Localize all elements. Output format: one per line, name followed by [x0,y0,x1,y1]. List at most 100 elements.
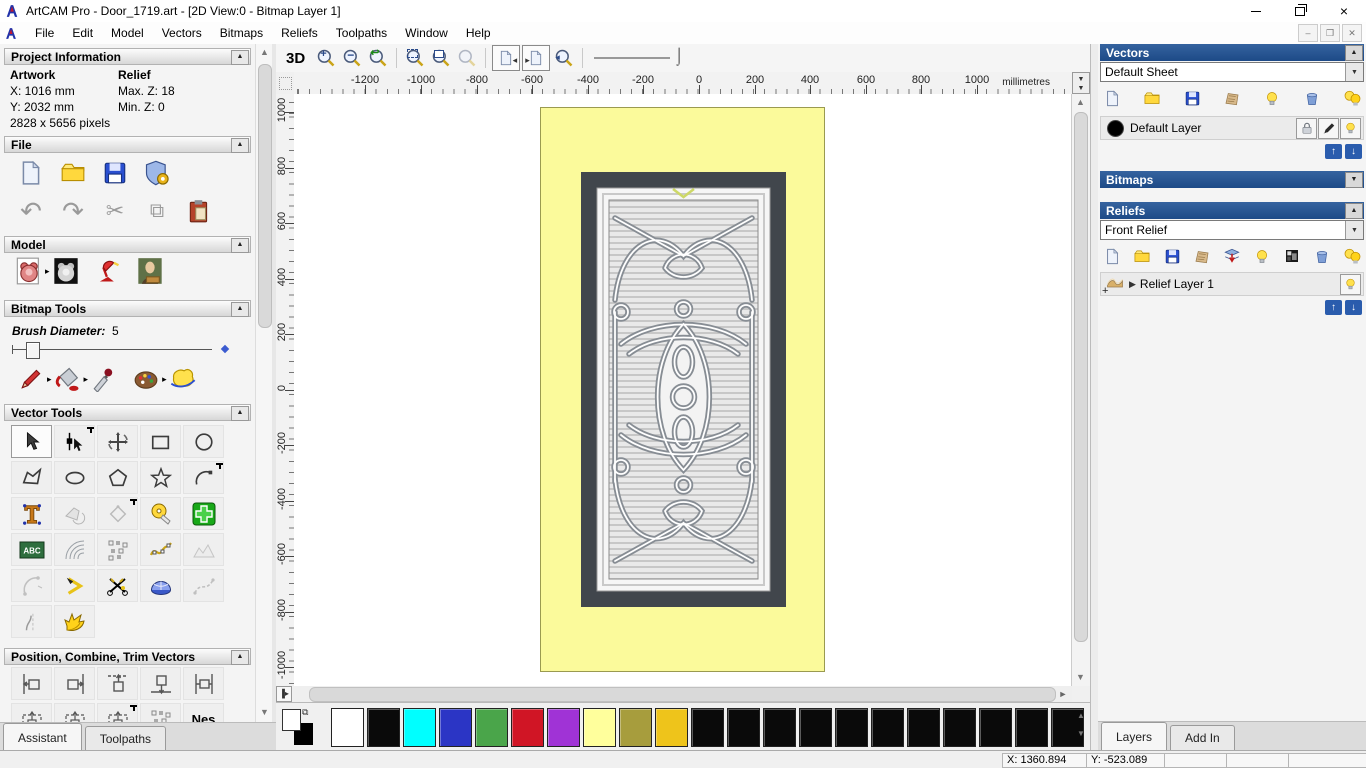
ruler-origin-button[interactable] [276,72,295,95]
fit-vectors-tool[interactable] [183,533,224,566]
nesting-tool[interactable]: Nes [183,703,224,722]
palette-swatch[interactable] [727,708,760,747]
layer-colour-swatch[interactable] [1107,119,1124,137]
chevron-down-icon[interactable]: ▼ [1345,221,1363,239]
new-relief-layer-button[interactable] [1102,246,1122,266]
next-bitmap-layer-button[interactable]: ▸ [522,45,551,71]
expand-arrow-icon[interactable]: ▶ [1129,279,1136,290]
flyout-arrow-icon[interactable]: ▸ [45,266,50,277]
create-star-tool[interactable] [140,461,181,494]
vertical-scrollbar[interactable]: ▲ ▼ [1071,94,1090,686]
all-layers-visibility-button[interactable] [1342,246,1362,266]
file-section-header[interactable]: File ▲ [4,136,251,153]
restore-button[interactable] [1278,0,1322,22]
palette-swatch[interactable] [871,708,904,747]
create-text-tool[interactable] [11,497,52,530]
collapse-icon[interactable]: ▲ [1345,203,1363,219]
toggle-visibility-button[interactable] [1262,88,1282,108]
vector-layer-row[interactable]: Default Layer [1100,116,1364,140]
mdi-minimize-button[interactable]: – [1298,24,1318,42]
zoom-out-button[interactable]: − [339,46,365,70]
align-in-box-centre-tool[interactable] [54,703,95,722]
paint-brush-button[interactable] [16,364,46,394]
position-combine-trim-header[interactable]: Position, Combine, Trim Vectors ▲ [4,648,251,665]
duplicate-relief-button[interactable] [1192,246,1212,266]
mdi-close-button[interactable]: ✕ [1342,24,1362,42]
create-rectangle-tool[interactable] [140,425,181,458]
tab-toolpaths[interactable]: Toolpaths [84,726,167,751]
collapse-icon[interactable]: ▲ [231,138,249,153]
select-vectors-tool[interactable] [11,425,52,458]
zoom-previous-button[interactable]: ↩ [365,46,391,70]
menu-toolpaths[interactable]: Toolpaths [327,23,396,43]
block-copy-tool[interactable] [97,533,138,566]
open-vector-layer-button[interactable] [1142,88,1162,108]
colour-palette-button[interactable] [131,364,161,394]
load-image-button[interactable] [135,256,165,286]
bitmap-tools-header[interactable]: Bitmap Tools ▲ [4,300,251,317]
palette-swatch[interactable] [1015,708,1048,747]
paste-button[interactable] [184,196,214,226]
paste-along-curve-tool[interactable] [140,533,181,566]
scroll-right-icon[interactable]: ► [1055,686,1071,702]
scrollbar-thumb[interactable] [1074,112,1088,642]
weld-vectors-tool[interactable] [54,497,95,530]
previous-bitmap-layer-button[interactable]: ◂ [492,45,521,71]
menu-file[interactable]: File [26,23,63,43]
open-model-button[interactable] [58,158,88,188]
save-model-button[interactable] [100,158,130,188]
relief-layer-icon[interactable]: + [1102,275,1125,297]
node-editing-tool[interactable] [54,425,95,458]
palette-swatch[interactable] [943,708,976,747]
offset-profile-tool[interactable] [97,497,138,530]
scroll-up-icon[interactable]: ▲ [1072,94,1089,111]
flyout-arrow-icon[interactable]: ▸ [162,374,167,385]
wrap-vectors-tool[interactable] [54,605,95,638]
collapse-icon[interactable]: ▲ [231,50,249,65]
preview-bitmap-button[interactable]: ◂ [551,46,577,70]
palette-swatch[interactable] [655,708,688,747]
align-in-box-tool[interactable] [11,703,52,722]
new-model-button[interactable] [16,158,46,188]
transform-vectors-tool[interactable] [97,425,138,458]
toggle-3d-view-button[interactable]: 3D [286,50,305,67]
align-left-tool[interactable] [11,667,52,700]
snap-grid-toggle[interactable] [183,497,224,530]
copy-icon[interactable]: ⧉ [142,196,172,226]
collapse-icon[interactable]: ▲ [1345,45,1363,61]
assistant-scrollbar[interactable]: ▲ ▼ [255,44,273,722]
layer-visibility-bulb[interactable] [1340,117,1361,139]
bitmaps-panel-header[interactable]: Bitmaps ▼ [1100,171,1364,188]
palette-swatch[interactable] [763,708,796,747]
zoom-to-fit-button[interactable] [428,46,454,70]
lock-layer-button[interactable] [1296,117,1317,139]
create-polyline-tool[interactable] [11,461,52,494]
scroll-down-icon[interactable]: ▼ [256,704,273,721]
new-vector-layer-button[interactable] [1102,88,1122,108]
vector-sheet-dropdown[interactable]: Default Sheet ▼ [1100,62,1364,82]
move-layer-up-button[interactable]: ↑ [1325,144,1342,159]
edit-layer-button[interactable] [1318,117,1339,139]
text-block-tool[interactable]: ABC [11,533,52,566]
scrollbar-thumb[interactable] [258,64,272,328]
distort-envelope-tool[interactable] [54,533,95,566]
tab-assistant[interactable]: Assistant [3,723,82,751]
move-layer-up-button[interactable]: ↑ [1325,300,1342,315]
palette-swatch[interactable] [835,708,868,747]
open-relief-layer-button[interactable] [1132,246,1152,266]
menu-model[interactable]: Model [102,23,153,43]
canvas-viewport[interactable] [294,94,1072,686]
merge-relief-layers-button[interactable] [1222,246,1242,266]
create-polygon-tool[interactable] [97,461,138,494]
menu-edit[interactable]: Edit [63,23,102,43]
create-ellipse-tool[interactable] [54,461,95,494]
palette-swatch[interactable] [475,708,508,747]
adjust-model-lighting-button[interactable] [14,256,44,286]
relief-layer-row[interactable]: + ▶ Relief Layer 1 [1100,272,1364,297]
primary-secondary-colour-chip[interactable]: ⧉ [282,707,316,745]
align-top-tool[interactable] [97,667,138,700]
layer-visibility-bulb[interactable] [1340,273,1361,295]
options-shield-button[interactable] [142,158,172,188]
join-vectors-tool[interactable] [54,569,95,602]
relief-dropdown[interactable]: Front Relief ▼ [1100,220,1364,240]
